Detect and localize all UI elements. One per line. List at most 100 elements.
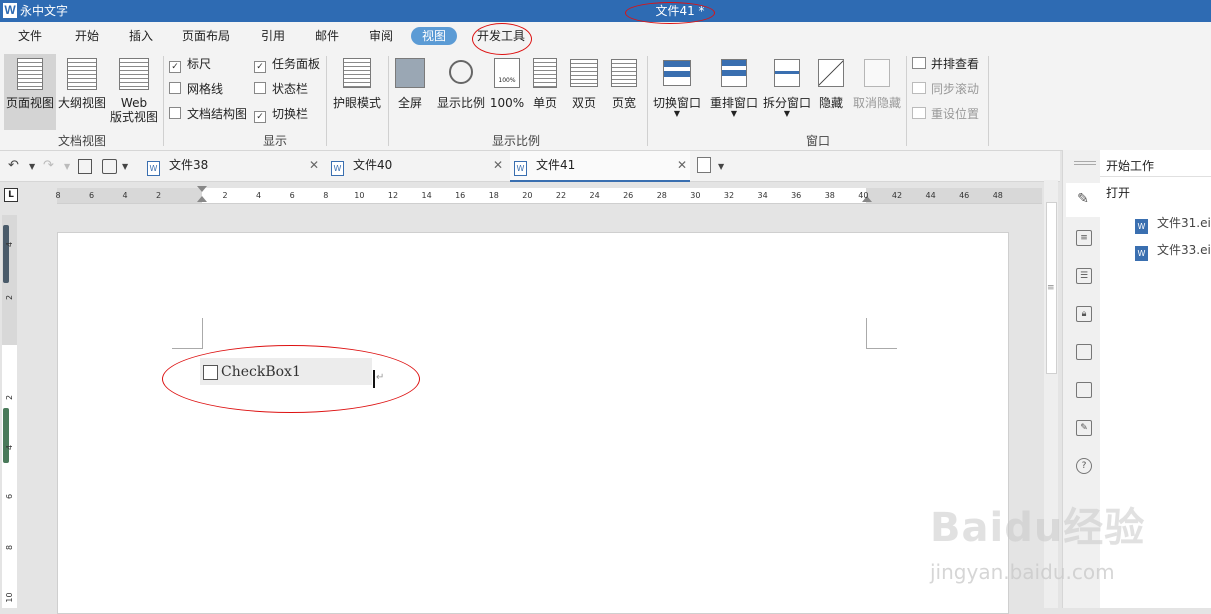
vertical-ruler-tick-label: 4 (5, 241, 14, 248)
ruler-tick-label: 18 (488, 191, 499, 200)
doc-map-checkbox[interactable]: 文档结构图 (169, 106, 247, 122)
lock-icon[interactable]: 🔒︎ (1076, 306, 1092, 322)
menu-references[interactable]: 引用 (261, 28, 285, 44)
print-preview-icon[interactable] (78, 159, 92, 174)
ribbon: 页面视图 大纲视图 Web 版式视图 文档视图 ✓ 标尺 网格线 文档结构图 ✓ 任… (0, 50, 1211, 151)
fullscreen-button[interactable]: 全屏 (392, 54, 428, 110)
new-document-dropdown-icon[interactable]: ▼ (718, 162, 724, 171)
undo-icon[interactable]: ↶ (8, 158, 19, 173)
outline-view-button[interactable]: 大纲视图 (56, 54, 108, 110)
web-view-icon (119, 58, 149, 90)
menu-bar: 文件 开始 插入 页面布局 引用 邮件 审阅 视图 开发工具 (0, 22, 1211, 50)
separator (163, 56, 164, 146)
menu-review[interactable]: 审阅 (369, 28, 393, 44)
ruler-tick-label: 10 (354, 191, 365, 200)
ruler-tick-label: 32 (723, 191, 735, 200)
ruler-tick-label: 2 (222, 191, 228, 200)
ruler-tick-label: 42 (891, 191, 903, 200)
reset-position-icon (912, 107, 926, 119)
split-window-button[interactable]: 拆分窗口 ▼ (760, 54, 814, 118)
edit-icon[interactable]: ✎ (1076, 420, 1092, 436)
first-line-indent-marker[interactable] (197, 186, 207, 192)
close-tab-icon[interactable]: ✕ (309, 151, 319, 180)
save-icon[interactable] (102, 159, 117, 174)
menu-file[interactable]: 文件 (18, 28, 42, 44)
ruler-checkbox[interactable]: ✓ 标尺 (169, 56, 211, 73)
recent-file-item[interactable]: W 文件31.eio (1135, 214, 1211, 234)
arrange-window-button[interactable]: 重排窗口 ▼ (707, 54, 761, 118)
gridlines-checkbox[interactable]: 网格线 (169, 81, 223, 97)
magnifier-icon (449, 60, 473, 84)
zoom-100-button[interactable]: 100% 100% (489, 54, 525, 110)
tab-label: 文件40 (353, 158, 393, 172)
menu-mailings[interactable]: 邮件 (315, 28, 339, 44)
settings-sliders-icon[interactable]: ≡ (1076, 230, 1092, 246)
status-bar-checkbox[interactable]: 状态栏 (254, 81, 308, 97)
tab-file40[interactable]: W 文件40 ✕ (327, 151, 509, 180)
word-doc-icon: W (1135, 246, 1148, 261)
eye-mode-button[interactable]: 护眼模式 (330, 54, 384, 110)
close-tab-icon[interactable]: ✕ (677, 151, 687, 180)
undo-dropdown-icon[interactable]: ▼ (29, 162, 35, 171)
tab-file41[interactable]: W 文件41 ✕ (510, 151, 690, 182)
menu-home[interactable]: 开始 (75, 28, 99, 44)
hide-window-button[interactable]: 隐藏 (815, 54, 847, 110)
help-icon[interactable]: ? (1076, 458, 1092, 474)
outline-view-icon (67, 58, 97, 90)
close-tab-icon[interactable]: ✕ (493, 151, 503, 180)
ruler-tick-label: 36 (791, 191, 802, 200)
zoom-button[interactable]: 显示比例 (434, 54, 488, 110)
document-page[interactable] (57, 232, 1009, 614)
watermark-logo: Baidu经验 (930, 505, 1146, 551)
task-pane-checkbox[interactable]: ✓ 任务面板 (254, 56, 320, 73)
copy-icon[interactable] (1076, 382, 1092, 398)
tab-stop-selector[interactable]: L (4, 188, 18, 202)
task-pane-checkbox-label: 任务面板 (272, 57, 321, 71)
unhide-window-button[interactable]: 取消隐藏 (850, 54, 904, 110)
clipboard-icon[interactable] (1076, 344, 1092, 360)
menu-view[interactable]: 视图 (411, 27, 458, 45)
ruler-tick-label: 8 (55, 191, 61, 200)
sync-scroll-button[interactable]: 同步滚动 (912, 81, 979, 97)
page-width-icon (611, 59, 637, 87)
divider (1100, 176, 1211, 177)
new-document-icon[interactable] (697, 157, 711, 173)
menu-insert[interactable]: 插入 (129, 28, 153, 44)
redo-dropdown-icon[interactable]: ▼ (64, 162, 70, 171)
pencil-icon[interactable]: ✎ (1076, 192, 1090, 206)
ruler-tick-label: 22 (555, 191, 567, 200)
dropdown-arrow-icon: ▼ (730, 109, 738, 118)
reset-position-button[interactable]: 重设位置 (912, 106, 979, 122)
separator (647, 56, 648, 146)
vertical-ruler-slider[interactable] (3, 225, 9, 283)
two-pages-button[interactable]: 双页 (566, 54, 602, 110)
ruler-tick-label: 40 (858, 191, 869, 200)
page-view-button[interactable]: 页面视图 (4, 54, 56, 130)
recent-file-item[interactable]: W 文件33.eio (1135, 241, 1211, 261)
hanging-indent-marker[interactable] (197, 196, 207, 202)
switch-bar-checkbox[interactable]: ✓ 切换栏 (254, 106, 308, 123)
checkmark-icon: ✓ (169, 61, 181, 73)
web-view-button[interactable]: Web 版式视图 (108, 54, 160, 124)
zoom-100-icon: 100% (494, 58, 520, 88)
side-by-side-button[interactable]: 并排查看 (912, 56, 979, 72)
checkbox-empty-icon (169, 82, 181, 94)
switch-window-label: 切换窗口 (652, 96, 701, 110)
separator (388, 56, 389, 146)
styles-icon[interactable]: ☰ (1076, 268, 1092, 284)
quick-access-dropdown-icon[interactable]: ▼ (122, 162, 128, 171)
status-bar-checkbox-label: 状态栏 (272, 82, 309, 96)
page-width-button[interactable]: 页宽 (606, 54, 642, 110)
ruler-tick-label: 14 (421, 191, 432, 200)
switch-window-button[interactable]: 切换窗口 ▼ (650, 54, 704, 118)
redo-icon[interactable]: ↷ (43, 158, 54, 173)
annotation-ellipse (472, 23, 532, 55)
gridlines-checkbox-label: 网格线 (187, 82, 224, 96)
ruler-tick-label: 48 (992, 191, 1003, 200)
tab-file38[interactable]: W 文件38 ✕ (143, 151, 325, 180)
single-page-button[interactable]: 单页 (528, 54, 562, 110)
ruler-tick-label: 4 (256, 191, 262, 200)
word-doc-icon: W (331, 161, 344, 176)
pane-grip-icon (1074, 161, 1096, 165)
menu-layout[interactable]: 页面布局 (182, 28, 230, 44)
